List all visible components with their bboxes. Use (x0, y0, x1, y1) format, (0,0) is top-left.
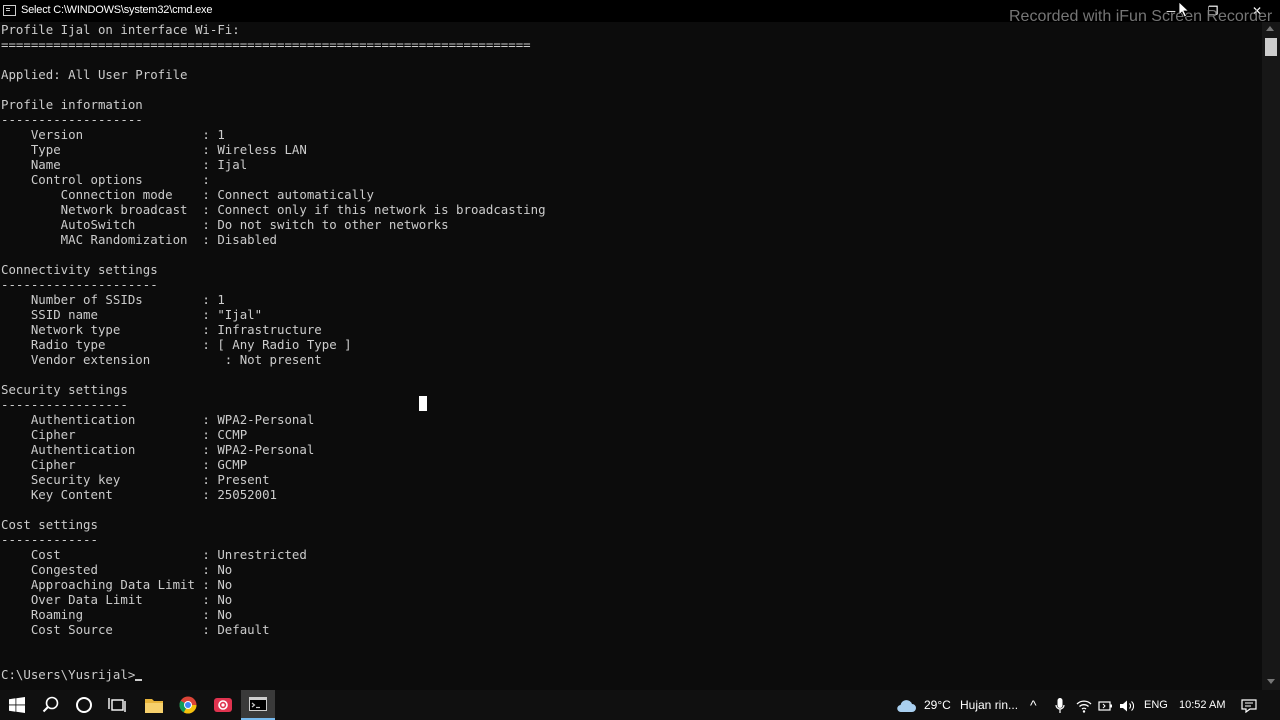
console-line: Name : Ijal (1, 157, 248, 172)
arrow-pointer-icon (1179, 2, 1190, 18)
console-line: MAC Randomization : Disabled (1, 232, 278, 247)
console-line: Approaching Data Limit : No (1, 577, 233, 592)
console-line: Version : 1 (1, 127, 225, 142)
text-caret (135, 679, 143, 681)
volume-icon[interactable] (1119, 690, 1137, 720)
wifi-icon[interactable] (1076, 690, 1092, 720)
console-line: Number of SSIDs : 1 (1, 292, 225, 307)
console-line: Connectivity settings (1, 262, 158, 277)
window-title: Select C:\WINDOWS\system32\cmd.exe (21, 4, 213, 16)
console-line: Profile information (1, 97, 143, 112)
language-indicator[interactable]: ENG (1144, 690, 1168, 720)
console-line: ----------------- (1, 397, 128, 412)
console-line: Network broadcast : Connect only if this… (1, 202, 546, 217)
console-line: Congested : No (1, 562, 233, 577)
windows-start-icon[interactable] (0, 690, 34, 720)
console-line: Authentication : WPA2-Personal (1, 412, 315, 427)
command-prompt[interactable]: C:\Users\Yusrijal> (1, 667, 1262, 682)
taskbar: 29°C Hujan rin... ^ ENG 10:52 AM (0, 690, 1280, 720)
console-line: Security key : Present (1, 472, 270, 487)
search-icon[interactable] (34, 690, 68, 720)
console-line: Cipher : CCMP (1, 427, 248, 442)
console-line: Cost : Unrestricted (1, 547, 307, 562)
console-text: Profile Ijal on interface Wi-Fi: ========… (0, 22, 1262, 682)
console-line: SSID name : "Ijal" (1, 307, 263, 322)
console-line: Radio type : [ Any Radio Type ] (1, 337, 352, 352)
console-line: Network type : Infrastructure (1, 322, 322, 337)
console-line: Cost Source : Default (1, 622, 270, 637)
file-explorer-icon[interactable] (137, 690, 171, 720)
console-line: Cipher : GCMP (1, 457, 248, 472)
console-line: ------------------- (1, 112, 143, 127)
console-line: Cost settings (1, 517, 98, 532)
console-line: ------------- (1, 532, 98, 547)
console-line: Profile Ijal on interface Wi-Fi: (1, 22, 240, 37)
console-line: Authentication : WPA2-Personal (1, 442, 315, 457)
notification-center-icon[interactable] (1241, 690, 1257, 720)
clock-time[interactable]: 10:52 AM (1179, 690, 1225, 720)
console-line: Type : Wireless LAN (1, 142, 307, 157)
console-output-area[interactable]: Profile Ijal on interface Wi-Fi: ========… (0, 22, 1262, 690)
console-line: Applied: All User Profile (1, 67, 188, 82)
console-line: ========================================… (1, 37, 531, 52)
vertical-scrollbar[interactable] (1262, 22, 1280, 690)
cmd-app-icon[interactable] (3, 5, 16, 16)
scroll-down-arrow-icon[interactable] (1267, 679, 1275, 684)
task-view-icon[interactable] (100, 690, 134, 720)
chrome-icon[interactable] (171, 690, 205, 720)
console-line: Control options : (1, 172, 210, 187)
console-line: Vendor extension : Not present (1, 352, 322, 367)
weather-description[interactable]: Hujan rin... (960, 690, 1018, 720)
console-line: AutoSwitch : Do not switch to other netw… (1, 217, 449, 232)
console-line: Over Data Limit : No (1, 592, 233, 607)
cortana-icon[interactable] (67, 690, 101, 720)
weather-temperature[interactable]: 29°C (924, 690, 951, 720)
prompt-text: C:\Users\Yusrijal> (1, 667, 136, 682)
console-line: Key Content : 25052001 (1, 487, 278, 502)
scroll-thumb[interactable] (1265, 38, 1277, 56)
chevron-up-icon[interactable]: ^ (1030, 690, 1037, 720)
scroll-up-arrow-icon[interactable] (1266, 26, 1274, 31)
power-plug-icon[interactable] (1098, 690, 1114, 720)
console-line: --------------------- (1, 277, 158, 292)
mouse-cursor (419, 396, 427, 411)
screen-recorder-icon[interactable] (206, 690, 240, 720)
console-line: Roaming : No (1, 607, 233, 622)
microphone-icon[interactable] (1055, 690, 1065, 720)
console-line: Connection mode : Connect automatically (1, 187, 374, 202)
cmd-icon[interactable] (241, 690, 275, 720)
weather-cloud-icon[interactable] (896, 690, 916, 720)
console-line: Security settings (1, 382, 128, 397)
